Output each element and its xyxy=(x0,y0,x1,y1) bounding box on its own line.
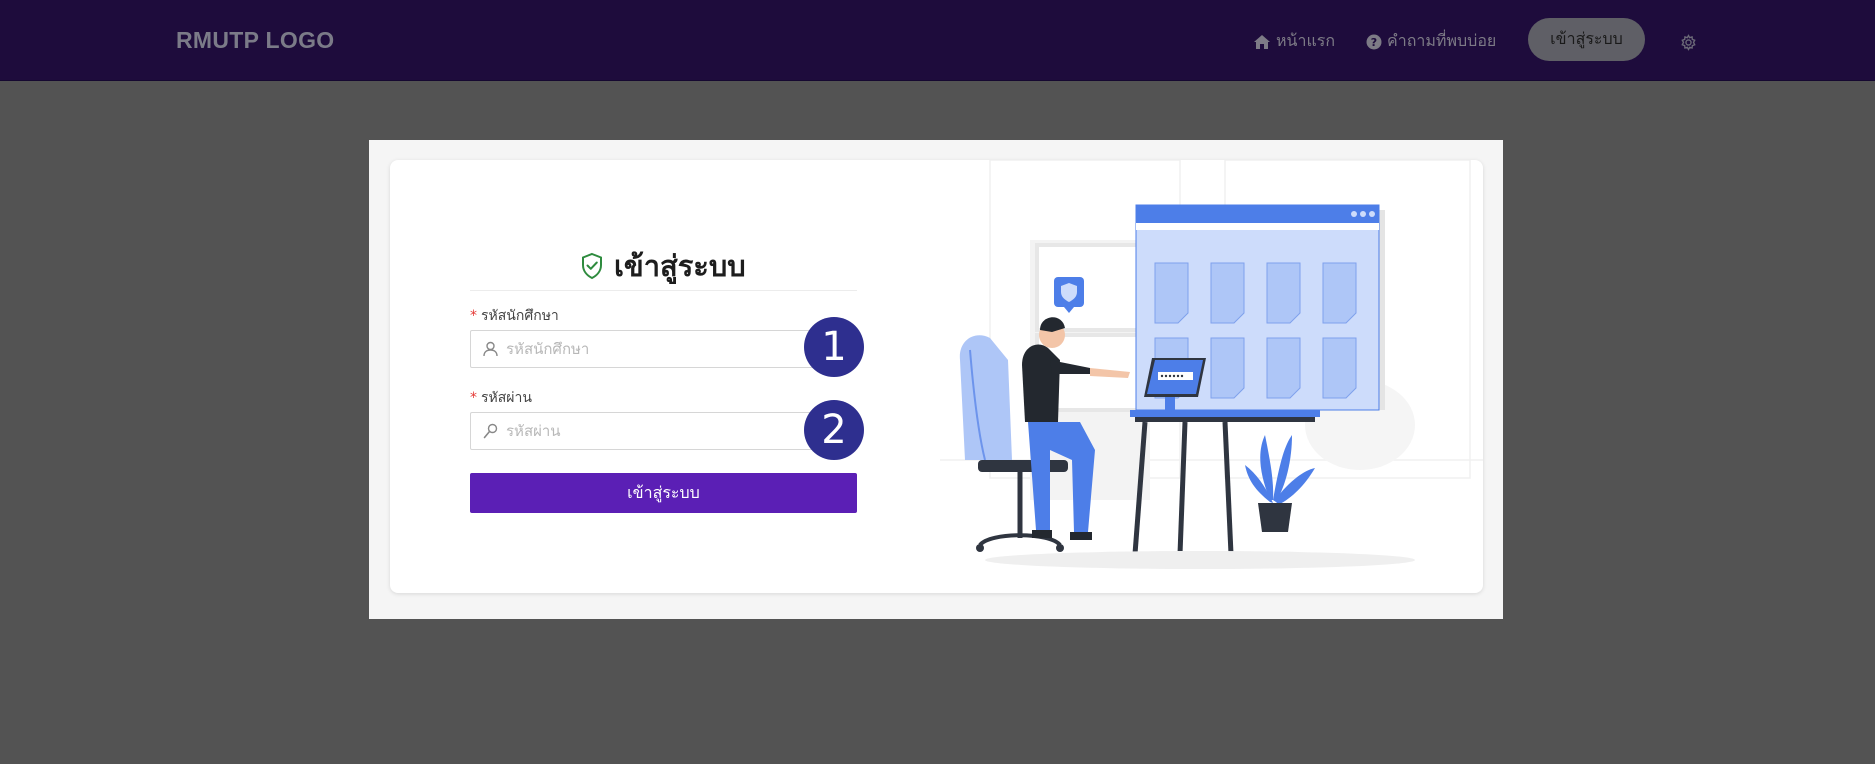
password-input[interactable] xyxy=(504,415,854,447)
question-circle-icon: ? xyxy=(1366,34,1382,49)
student-id-input[interactable] xyxy=(504,333,854,365)
student-id-label-text: รหัสนักศึกษา xyxy=(481,308,559,324)
home-icon xyxy=(1254,34,1270,49)
nav-faq-label: คำถามที่พบบ่อย xyxy=(1387,31,1497,50)
login-panel: เข้าสู่ระบบ *รหัสนักศึกษา *รหัสผ่าน เข้า… xyxy=(369,140,1503,619)
title-divider xyxy=(470,290,857,291)
top-navbar: RMUTP LOGO หน้าแรก ? คำถามที่พบบ่อย เข้า… xyxy=(0,0,1875,81)
user-icon xyxy=(483,341,498,357)
required-marker: * xyxy=(470,308,477,324)
nav-home-link[interactable]: หน้าแรก xyxy=(1253,29,1335,54)
submit-login-button[interactable]: เข้าสู่ระบบ xyxy=(470,473,857,513)
login-card: เข้าสู่ระบบ *รหัสนักศึกษา *รหัสผ่าน เข้า… xyxy=(390,160,1483,593)
required-marker: * xyxy=(470,390,477,406)
nav-faq-link[interactable]: ? คำถามที่พบบ่อย xyxy=(1366,29,1496,54)
login-title-text: เข้าสู่ระบบ xyxy=(614,249,746,283)
svg-text:?: ? xyxy=(1371,36,1377,49)
gear-icon[interactable] xyxy=(1680,34,1697,51)
password-field[interactable] xyxy=(470,412,855,450)
plant xyxy=(1245,435,1315,505)
site-logo[interactable]: RMUTP LOGO xyxy=(176,27,334,54)
person-torso xyxy=(1022,344,1060,422)
step-badge-2: 2 xyxy=(804,400,864,460)
step-badge-1: 1 xyxy=(804,317,864,377)
desk xyxy=(1130,410,1320,417)
nav-home-label: หน้าแรก xyxy=(1276,31,1336,50)
login-illustration xyxy=(940,160,1483,569)
password-label-text: รหัสผ่าน xyxy=(481,390,532,406)
student-id-label: * รหัสนักศึกษา xyxy=(470,305,559,327)
key-icon xyxy=(483,423,498,439)
floor-shadow xyxy=(985,551,1415,569)
nav-login-button[interactable]: เข้าสู่ระบบ xyxy=(1528,18,1645,61)
student-id-field[interactable] xyxy=(470,330,855,368)
password-label: * รหัสผ่าน xyxy=(470,387,532,409)
chair-back xyxy=(959,335,1012,460)
login-title: เข้าสู่ระบบ xyxy=(580,243,746,289)
shield-check-icon xyxy=(582,252,602,280)
